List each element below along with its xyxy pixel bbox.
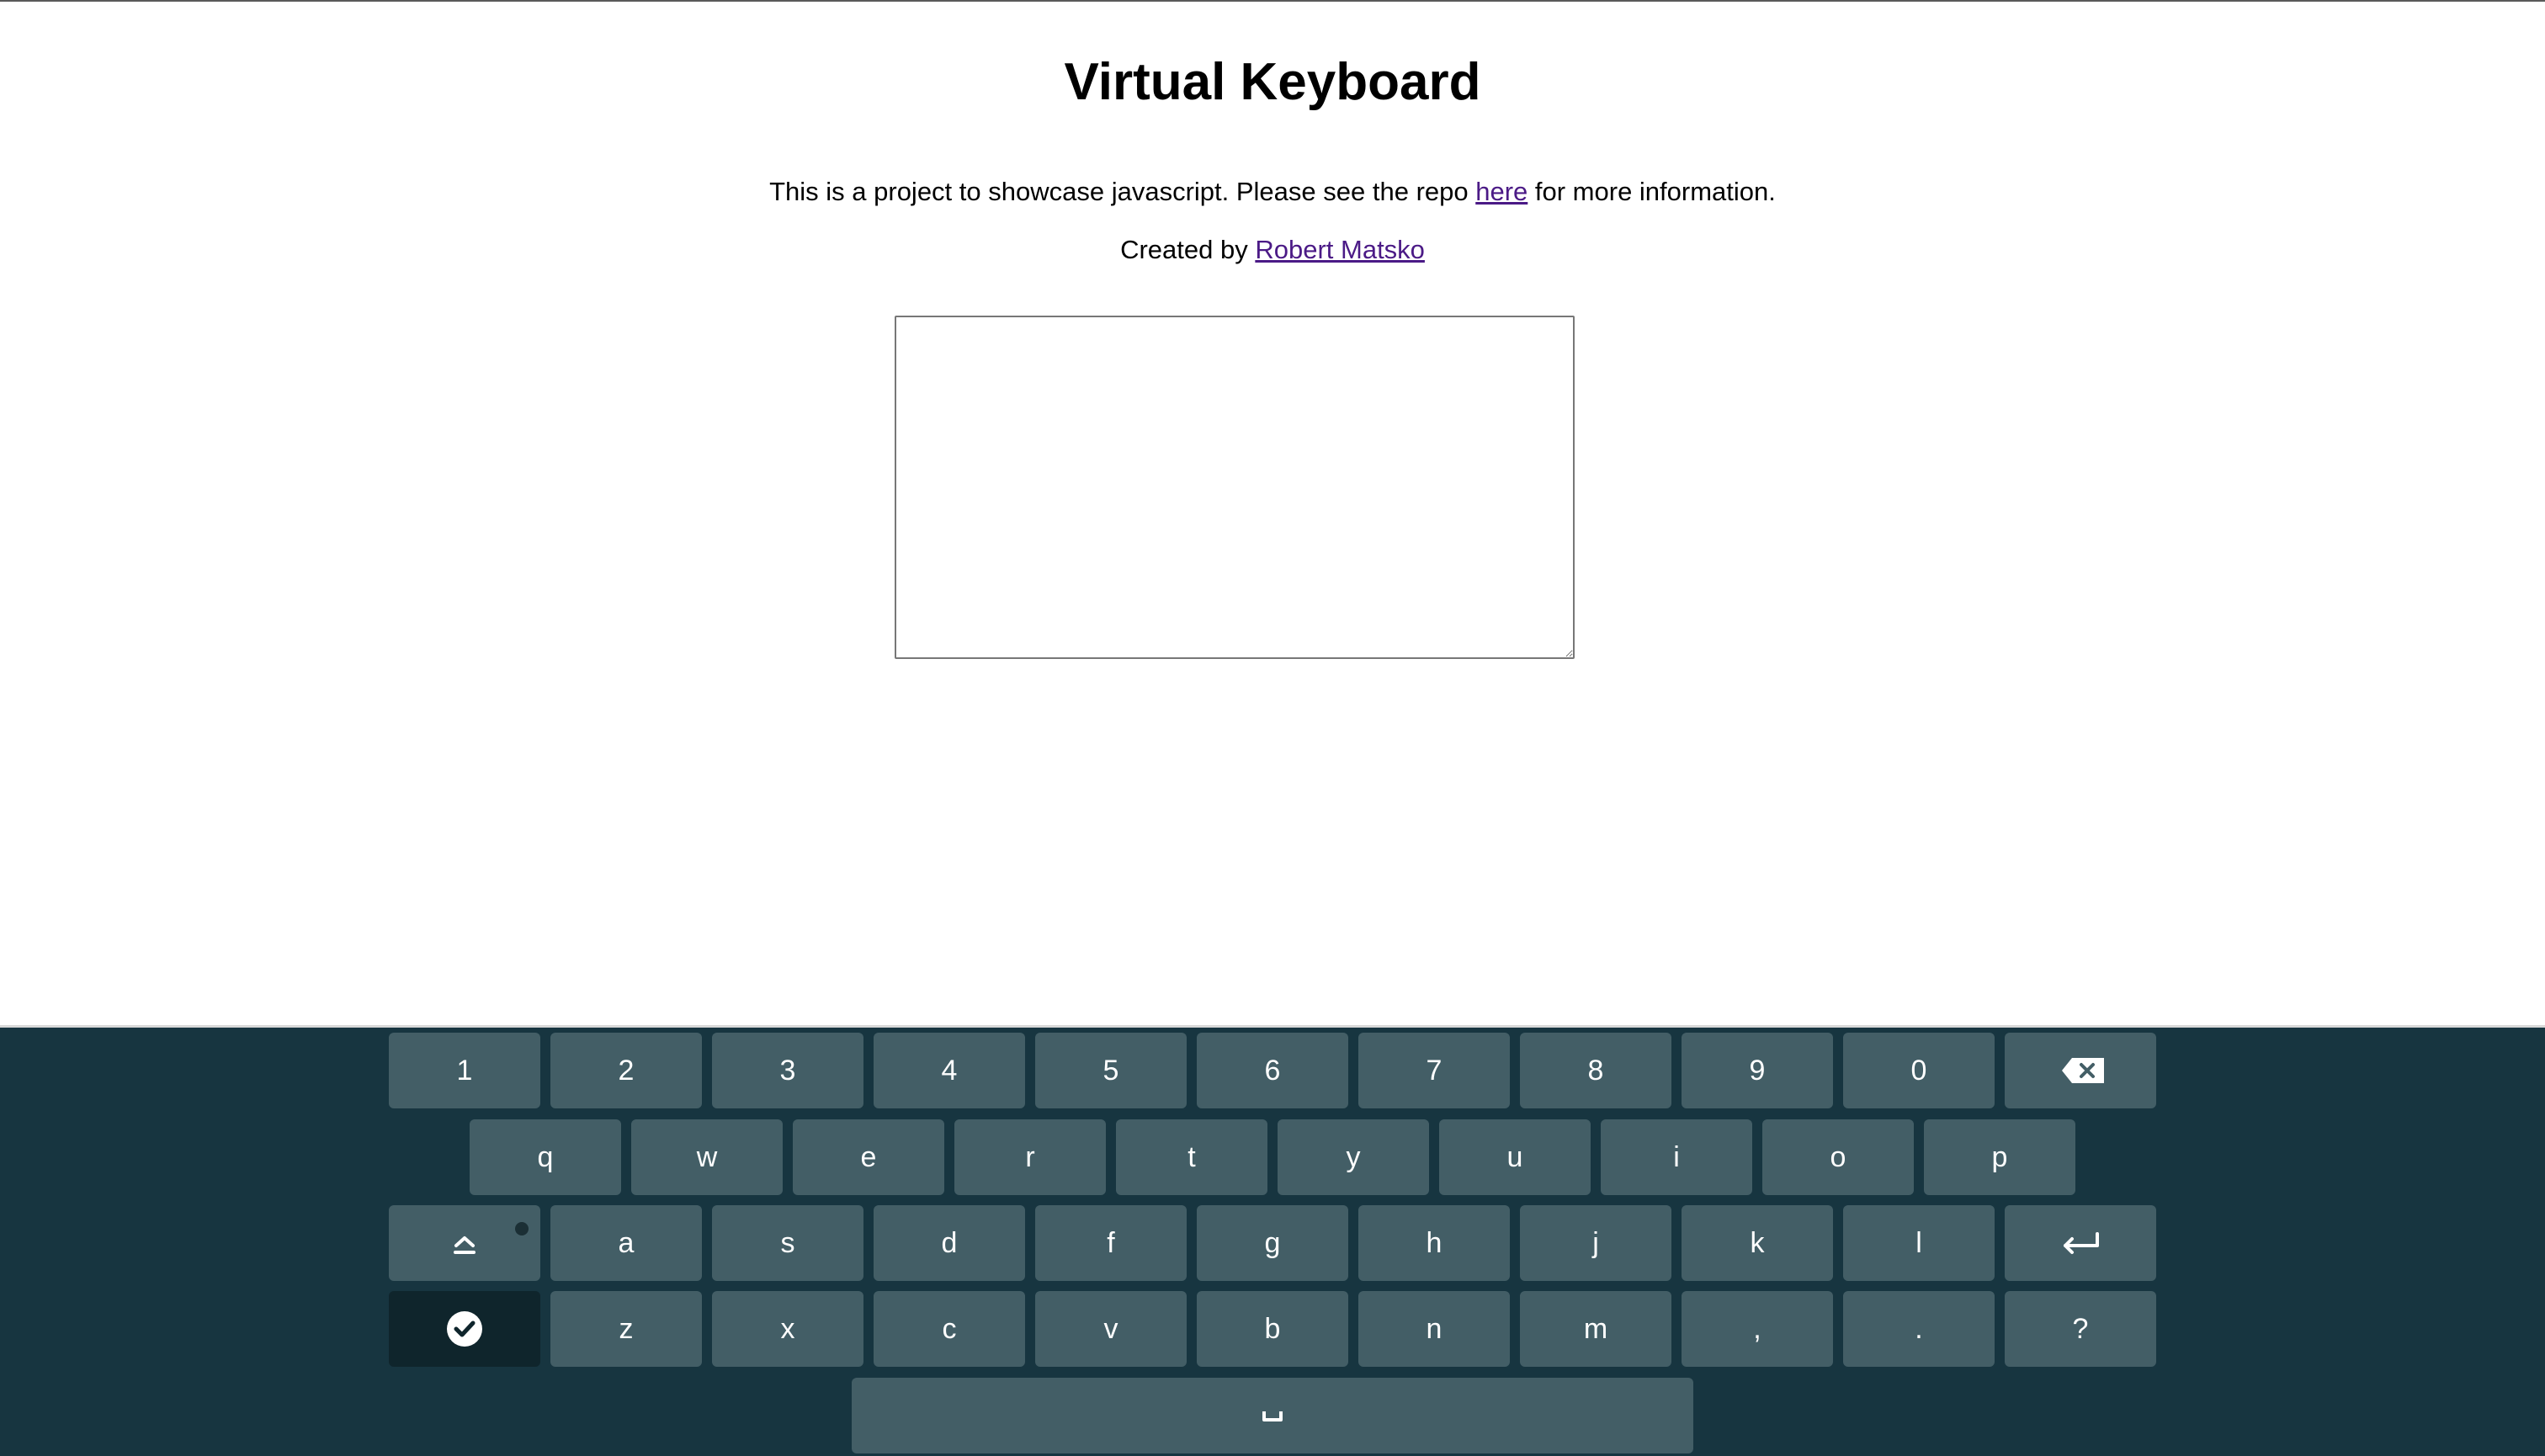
key-a[interactable]: a <box>550 1205 702 1281</box>
space-key[interactable] <box>852 1378 1693 1453</box>
key-f[interactable]: f <box>1035 1205 1187 1281</box>
key-z[interactable]: z <box>550 1291 702 1367</box>
key-o[interactable]: o <box>1762 1119 1914 1195</box>
top-border <box>0 0 2545 2</box>
key-n[interactable]: n <box>1358 1291 1510 1367</box>
key-t[interactable]: t <box>1116 1119 1267 1195</box>
space-icon <box>1262 1411 1283 1421</box>
key-g[interactable]: g <box>1197 1205 1348 1281</box>
key-u[interactable]: u <box>1439 1119 1591 1195</box>
text-area[interactable] <box>895 316 1575 659</box>
done-key[interactable] <box>389 1291 540 1367</box>
virtual-keyboard: 1 2 3 4 5 6 7 8 9 0 q w e r t y u i o p <box>0 1025 2545 1456</box>
key-i[interactable]: i <box>1601 1119 1752 1195</box>
key-y[interactable]: y <box>1278 1119 1429 1195</box>
page-title: Virtual Keyboard <box>1064 53 1481 111</box>
key-comma[interactable]: , <box>1682 1291 1833 1367</box>
key-k[interactable]: k <box>1682 1205 1833 1281</box>
key-9[interactable]: 9 <box>1682 1033 1833 1108</box>
key-4[interactable]: 4 <box>874 1033 1025 1108</box>
key-e[interactable]: e <box>793 1119 944 1195</box>
key-question[interactable]: ? <box>2005 1291 2156 1367</box>
key-3[interactable]: 3 <box>712 1033 863 1108</box>
key-p[interactable]: p <box>1924 1119 2075 1195</box>
key-d[interactable]: d <box>874 1205 1025 1281</box>
key-s[interactable]: s <box>712 1205 863 1281</box>
key-w[interactable]: w <box>631 1119 783 1195</box>
key-5[interactable]: 5 <box>1035 1033 1187 1108</box>
key-1[interactable]: 1 <box>389 1033 540 1108</box>
page: Virtual Keyboard This is a project to sh… <box>0 0 2545 1456</box>
key-0[interactable]: 0 <box>1843 1033 1995 1108</box>
author-credit: Created by Robert Matsko <box>0 233 2545 267</box>
repo-link[interactable]: here <box>1475 177 1528 206</box>
key-8[interactable]: 8 <box>1520 1033 1671 1108</box>
key-6[interactable]: 6 <box>1197 1033 1348 1108</box>
backspace-icon <box>2062 1058 2104 1083</box>
key-m[interactable]: m <box>1520 1291 1671 1367</box>
author-link[interactable]: Robert Matsko <box>1255 235 1425 264</box>
key-j[interactable]: j <box>1520 1205 1671 1281</box>
key-2[interactable]: 2 <box>550 1033 702 1108</box>
key-q[interactable]: q <box>470 1119 621 1195</box>
caps-indicator-dot <box>515 1222 529 1235</box>
key-v[interactable]: v <box>1035 1291 1187 1367</box>
key-l[interactable]: l <box>1843 1205 1995 1281</box>
key-period[interactable]: . <box>1843 1291 1995 1367</box>
key-7[interactable]: 7 <box>1358 1033 1510 1108</box>
key-b[interactable]: b <box>1197 1291 1348 1367</box>
key-r[interactable]: r <box>954 1119 1106 1195</box>
backspace-key[interactable] <box>2005 1033 2156 1108</box>
caps-lock-key[interactable] <box>389 1205 540 1281</box>
credit-text: Created by <box>1120 235 1256 264</box>
description-text-after: for more information. <box>1528 177 1776 206</box>
key-c[interactable]: c <box>874 1291 1025 1367</box>
description-text-before: This is a project to showcase javascript… <box>769 177 1476 206</box>
enter-icon <box>2064 1232 2099 1254</box>
caps-lock-icon <box>454 1236 476 1254</box>
key-h[interactable]: h <box>1358 1205 1510 1281</box>
project-description: This is a project to showcase javascript… <box>0 175 2545 209</box>
key-x[interactable]: x <box>712 1291 863 1367</box>
enter-key[interactable] <box>2005 1205 2156 1281</box>
check-circle-icon <box>447 1311 482 1347</box>
